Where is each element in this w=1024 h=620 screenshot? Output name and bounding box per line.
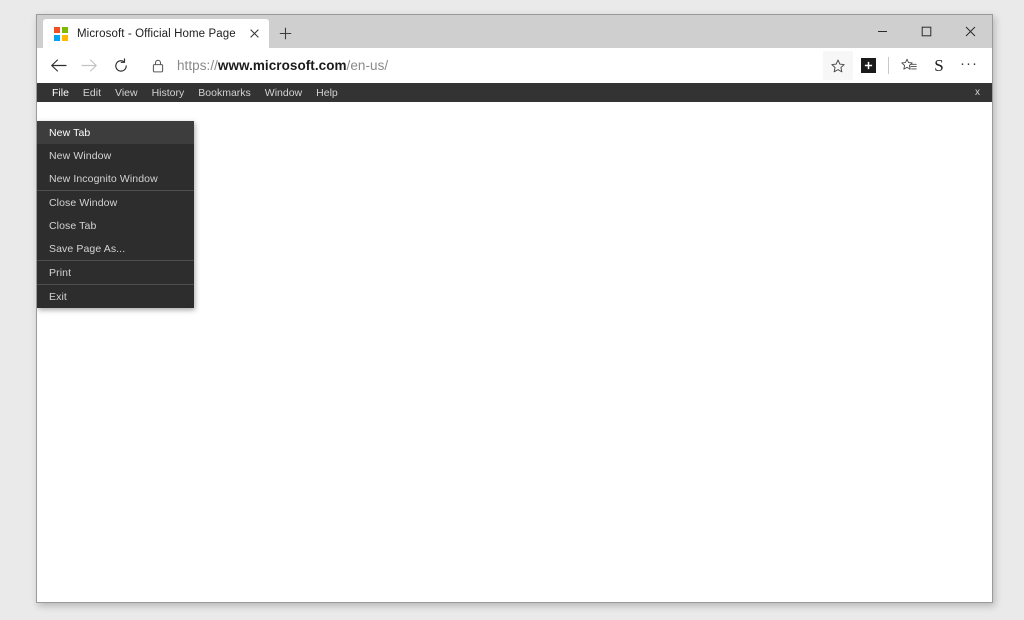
menubar-item-file[interactable]: File <box>45 83 76 102</box>
address-bar[interactable]: https://www.microsoft.com/en-us/ <box>142 52 819 80</box>
menu-bar: File Edit View History Bookmarks Window … <box>37 83 992 102</box>
menubar-item-edit[interactable]: Edit <box>76 83 108 102</box>
menu-item-exit[interactable]: Exit <box>37 285 194 308</box>
menubar-item-history[interactable]: History <box>145 83 192 102</box>
navigation-toolbar: https://www.microsoft.com/en-us/ S ··· <box>37 48 992 83</box>
tab-title: Microsoft - Official Home Page <box>77 27 236 40</box>
menubar-item-help[interactable]: Help <box>309 83 345 102</box>
menubar-close-icon[interactable]: x <box>975 83 980 102</box>
browser-tab[interactable]: Microsoft - Official Home Page <box>43 19 269 48</box>
url-host: www.microsoft.com <box>217 58 347 73</box>
url-scheme: https:// <box>177 58 218 73</box>
menubar-item-view[interactable]: View <box>108 83 145 102</box>
menu-item-close-tab[interactable]: Close Tab <box>37 214 194 237</box>
forward-button[interactable] <box>74 50 105 81</box>
reload-button[interactable] <box>105 50 136 81</box>
reading-list-icon[interactable] <box>894 51 924 80</box>
more-options-icon[interactable]: ··· <box>954 51 984 80</box>
menu-item-new-tab[interactable]: New Tab <box>37 121 194 144</box>
collections-add-icon[interactable] <box>853 51 883 80</box>
menubar-item-bookmarks[interactable]: Bookmarks <box>191 83 258 102</box>
collections-square <box>860 58 876 73</box>
more-dots: ··· <box>960 55 978 72</box>
title-bar: Microsoft - Official Home Page <box>37 15 992 48</box>
desktop-background: Microsoft - Official Home Page https://w… <box>0 0 1024 620</box>
window-controls <box>860 15 992 48</box>
lock-icon <box>152 59 164 73</box>
menu-item-print[interactable]: Print <box>37 261 194 284</box>
close-button[interactable] <box>948 15 992 48</box>
menu-item-close-window[interactable]: Close Window <box>37 191 194 214</box>
menubar-item-window[interactable]: Window <box>258 83 309 102</box>
url-text: https://www.microsoft.com/en-us/ <box>177 58 388 73</box>
back-button[interactable] <box>43 50 74 81</box>
new-tab-button[interactable] <box>271 19 301 48</box>
file-dropdown-menu: New Tab New Window New Incognito Window … <box>37 121 194 308</box>
toolbar-divider <box>888 57 889 74</box>
url-path: /en-us/ <box>346 58 389 73</box>
minimize-button[interactable] <box>860 15 904 48</box>
tab-close-icon[interactable] <box>246 25 263 42</box>
tab-strip: Microsoft - Official Home Page <box>37 15 301 48</box>
microsoft-logo-icon <box>54 26 68 41</box>
menu-item-new-window[interactable]: New Window <box>37 144 194 167</box>
menu-item-new-incognito-window[interactable]: New Incognito Window <box>37 167 194 190</box>
profile-icon[interactable]: S <box>924 51 954 80</box>
profile-initial: S <box>934 55 944 75</box>
browser-window: Microsoft - Official Home Page https://w… <box>36 14 993 603</box>
maximize-button[interactable] <box>904 15 948 48</box>
menu-item-save-page-as[interactable]: Save Page As... <box>37 237 194 260</box>
favorite-star-icon[interactable] <box>823 51 853 80</box>
